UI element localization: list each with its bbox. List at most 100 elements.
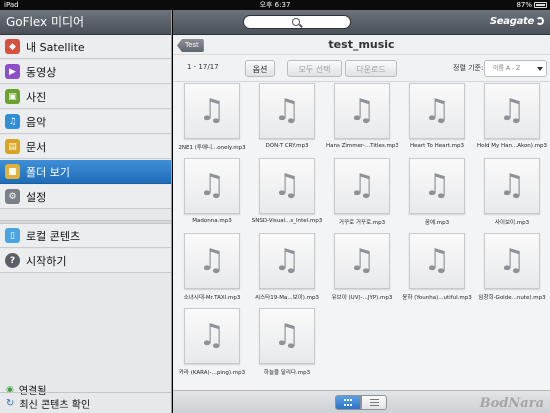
toolbar: 1 - 17/17 옵션 모두 선택 다운로드 정렬 기준: 이름 A - Z — [173, 55, 550, 82]
sidebar-item-label: 문서 — [26, 140, 47, 154]
sort-label: 정렬 기준: — [453, 64, 484, 72]
file-name: 유브이 (UV)-...JYP).mp3 — [331, 295, 393, 301]
sidebar-item-folder-view[interactable]: ■ 폴더 보기 — [0, 160, 171, 184]
file-thumbnail: ♫ — [409, 83, 465, 139]
file-name: SNSD-Visual...s_Intel.mp3 — [251, 218, 323, 224]
sidebar-item-photos[interactable]: ▣ 사진 — [0, 85, 171, 109]
sidebar-item-getting-started[interactable]: ? 시작하기 — [0, 249, 171, 273]
folder-titlebar: Test test_music — [173, 35, 550, 55]
file-thumbnail: ♫ — [409, 233, 465, 289]
sidebar-item-label: 폴더 보기 — [26, 165, 70, 179]
gear-icon: ⚙ — [5, 189, 20, 204]
music-note-icon: ♫ — [198, 168, 226, 203]
music-note-icon: ♫ — [198, 93, 226, 128]
file-tile[interactable]: ♫ Hans Zimmer-...Titles.mp3 — [326, 83, 398, 149]
file-name: Heart To Heart.mp3 — [410, 143, 464, 149]
file-tile[interactable]: ♫ 사이보이.mp3 — [476, 158, 548, 226]
music-icon: ♫ — [5, 114, 20, 129]
file-thumbnail: ♫ — [409, 158, 465, 214]
file-tile[interactable]: ♫ 씨스타19-Ma...보이).mp3 — [251, 233, 323, 301]
grid-icon — [344, 399, 352, 406]
search-input[interactable] — [243, 15, 351, 29]
file-name: 임창희-Golde...nute).mp3 — [478, 295, 546, 301]
sidebar-item-music[interactable]: ♫ 음악 — [0, 110, 171, 134]
file-name: 윤하 (Younha)...utiful.mp3 — [402, 295, 472, 301]
file-tile[interactable]: ♫ 하늘을 달리다.mp3 — [251, 308, 323, 376]
sidebar-item-my-satellite[interactable]: ◆ 내 Satellite — [0, 35, 171, 59]
folder-icon: ■ — [5, 164, 20, 179]
file-name: Hans Zimmer-...Titles.mp3 — [326, 143, 398, 149]
music-note-icon: ♫ — [273, 168, 301, 203]
file-tile[interactable]: ♫ 임창희-Golde...nute).mp3 — [476, 233, 548, 301]
file-name: Madonna.mp3 — [192, 218, 232, 224]
file-thumbnail: ♫ — [259, 158, 315, 214]
file-name: 씨스타19-Ma...보이).mp3 — [255, 295, 319, 301]
satellite-icon: ◆ — [5, 39, 20, 54]
file-tile[interactable]: ♫ 윤하 (Younha)...utiful.mp3 — [401, 233, 473, 301]
battery-percent: 87% — [516, 1, 532, 9]
sidebar-item-local-content[interactable]: ▯ 로컬 콘텐츠 — [0, 224, 171, 248]
file-thumbnail: ♫ — [334, 83, 390, 139]
file-tile[interactable]: ♫ DON-T CRY.mp3 — [251, 83, 323, 149]
file-thumbnail: ♫ — [484, 158, 540, 214]
file-name: Hold My Han...Akon).mp3 — [476, 143, 548, 149]
file-tile[interactable]: ♫ 꿈에.mp3 — [401, 158, 473, 226]
file-name: 사이보이.mp3 — [494, 220, 530, 226]
music-note-icon: ♫ — [498, 93, 526, 128]
file-tile[interactable]: ♫ Madonna.mp3 — [176, 158, 248, 224]
select-all-button[interactable]: 모두 선택 — [287, 60, 342, 77]
music-note-icon: ♫ — [198, 318, 226, 353]
refresh-content-button[interactable]: ↻ 최신 콘텐츠 확인 — [0, 392, 171, 413]
file-tile[interactable]: ♫ 2NE1 (투애니...onely.mp3 — [176, 83, 248, 151]
file-name: DON-T CRY.mp3 — [265, 143, 309, 149]
file-tile[interactable]: ♫ 소녀시대-Mr.TAXI.mp3 — [176, 233, 248, 301]
file-thumbnail: ♫ — [184, 308, 240, 364]
file-tile[interactable]: ♫ 카라 (KARA)-...ping).mp3 — [176, 308, 248, 376]
sidebar-item-videos[interactable]: ▶ 동영상 — [0, 60, 171, 84]
file-thumbnail: ♫ — [184, 233, 240, 289]
battery-icon — [534, 2, 547, 8]
sidebar-item-label: 시작하기 — [26, 254, 67, 268]
file-name: 꿈에.mp3 — [424, 220, 450, 226]
file-thumbnail: ♫ — [484, 233, 540, 289]
file-name: 카라 (KARA)-...ping).mp3 — [178, 370, 246, 376]
item-range: 1 - 17/17 — [187, 63, 219, 71]
main-panel: Seagate Test test_music 1 - 17/17 옵션 모두 … — [173, 10, 550, 413]
top-bar: Seagate — [173, 10, 550, 35]
music-note-icon: ♫ — [498, 168, 526, 203]
file-tile[interactable]: ♫ Hold My Han...Akon).mp3 — [476, 83, 548, 149]
list-view-button[interactable] — [361, 395, 387, 410]
file-thumbnail: ♫ — [184, 83, 240, 139]
list-icon — [369, 399, 379, 406]
file-tile[interactable]: ♫ SNSD-Visual...s_Intel.mp3 — [251, 158, 323, 224]
music-note-icon: ♫ — [348, 168, 376, 203]
options-button[interactable]: 옵션 — [245, 60, 275, 77]
music-note-icon: ♫ — [273, 243, 301, 278]
photo-icon: ▣ — [5, 89, 20, 104]
sort-dropdown[interactable]: 이름 A - Z — [484, 60, 547, 77]
file-tile[interactable]: ♫ 유브이 (UV)-...JYP).mp3 — [326, 233, 398, 301]
bottom-bar: BodNara — [173, 390, 550, 413]
download-button[interactable]: 다운로드 — [345, 60, 397, 77]
music-note-icon: ♫ — [348, 93, 376, 128]
file-thumbnail: ♫ — [259, 83, 315, 139]
file-thumbnail: ♫ — [334, 233, 390, 289]
clock: 오후 6:37 — [259, 1, 291, 9]
sidebar-item-label: 로컬 콘텐츠 — [26, 229, 81, 243]
music-note-icon: ♫ — [273, 93, 301, 128]
file-thumbnail: ♫ — [259, 308, 315, 364]
file-thumbnail: ♫ — [334, 158, 390, 214]
file-tile[interactable]: ♫ Heart To Heart.mp3 — [401, 83, 473, 149]
help-icon: ? — [5, 253, 20, 268]
file-name: 소녀시대-Mr.TAXI.mp3 — [183, 295, 241, 301]
music-note-icon: ♫ — [198, 243, 226, 278]
file-name: 거꾸로 거꾸로.mp3 — [338, 220, 386, 226]
music-note-icon: ♫ — [423, 93, 451, 128]
file-tile[interactable]: ♫ 거꾸로 거꾸로.mp3 — [326, 158, 398, 226]
music-note-icon: ♫ — [423, 243, 451, 278]
sidebar: GoFlex 미디어 ◆ 내 Satellite ▶ 동영상 ▣ 사진 ♫ 음악… — [0, 10, 172, 413]
sidebar-item-settings[interactable]: ⚙ 설정 — [0, 185, 171, 209]
music-note-icon: ♫ — [423, 168, 451, 203]
grid-view-button[interactable] — [335, 395, 361, 410]
sidebar-item-documents[interactable]: ▤ 문서 — [0, 135, 171, 159]
